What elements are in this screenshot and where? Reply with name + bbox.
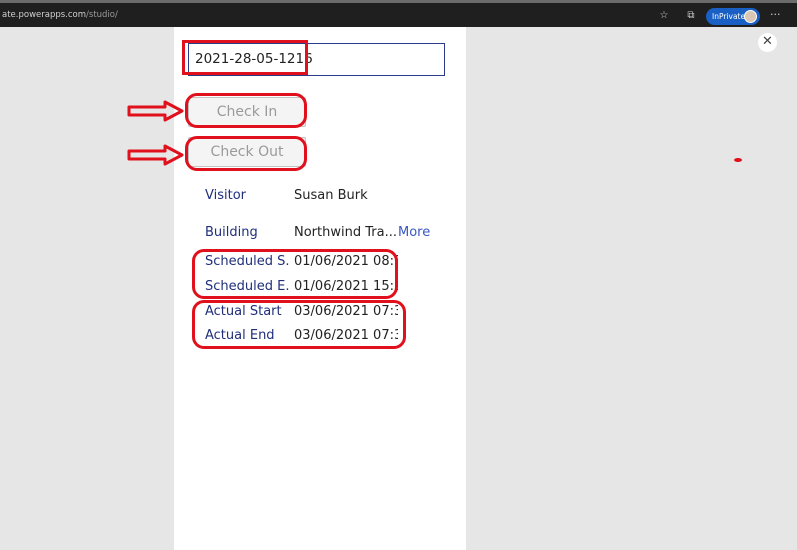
annotation-oval-check-in <box>185 93 307 128</box>
more-icon[interactable]: ··· <box>770 8 781 21</box>
annotation-arrow-check-out <box>127 144 184 166</box>
collections-icon[interactable]: ⧉ <box>684 9 698 23</box>
inprivate-label: InPrivate <box>712 12 746 21</box>
field-value: Susan Burk <box>294 188 368 203</box>
field-row-visitor: Visitor Susan Burk <box>205 188 465 206</box>
url-domain: ate.powerapps.com <box>2 10 87 20</box>
avatar <box>744 10 757 23</box>
annotation-dot <box>734 158 742 162</box>
annotation-arrow-check-in <box>127 100 184 122</box>
address-bar[interactable]: ate.powerapps.com/studio/ <box>2 10 118 20</box>
annotation-oval-scheduled <box>192 249 398 299</box>
field-label: Visitor <box>205 188 246 203</box>
field-row-building: Building Northwind Tra... More <box>205 225 465 243</box>
more-link[interactable]: More <box>398 225 430 240</box>
browser-toolbar: ate.powerapps.com/studio/ ☆ ⧉ InPrivate … <box>0 0 797 27</box>
annotation-oval-check-out <box>185 136 307 171</box>
field-value: Northwind Tra... <box>294 225 397 240</box>
annotation-oval-actual <box>192 300 406 349</box>
inprivate-badge[interactable]: InPrivate <box>706 8 760 25</box>
close-icon[interactable]: ✕ <box>758 33 777 52</box>
favorites-icon[interactable]: ☆ <box>657 9 671 23</box>
field-label: Building <box>205 225 258 240</box>
annotation-box-id <box>182 40 308 75</box>
url-path: /studio/ <box>86 10 118 20</box>
